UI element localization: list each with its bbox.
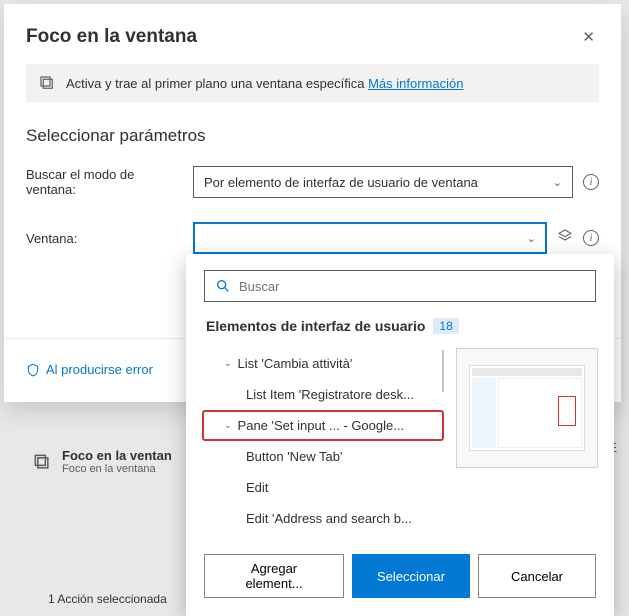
- preview-thumbnail: [456, 348, 598, 468]
- tree-item-list[interactable]: ⌄ List 'Cambia attività': [202, 348, 444, 379]
- section-title: Seleccionar parámetros: [4, 122, 621, 166]
- copy-icon: [32, 452, 52, 472]
- shield-icon: [26, 363, 40, 377]
- tree-label: Edit 'Address and search b...: [246, 511, 412, 526]
- search-input[interactable]: [239, 279, 585, 294]
- scrollbar[interactable]: [442, 350, 444, 392]
- tree-item-button[interactable]: Button 'New Tab': [202, 441, 444, 472]
- bg-step-sub: Foco en la ventana: [62, 463, 172, 475]
- add-element-button[interactable]: Agregar element...: [204, 554, 344, 598]
- find-mode-value: Por elemento de interfaz de usuario de v…: [204, 175, 478, 190]
- bg-step-row: Foco en la ventan Foco en la ventana: [32, 448, 172, 475]
- tree-item-edit[interactable]: Edit: [202, 472, 444, 503]
- tree-item-listitem[interactable]: List Item 'Registratore desk...: [202, 379, 444, 410]
- count-badge: 18: [433, 318, 458, 334]
- tree-item-edit-address[interactable]: Edit 'Address and search b...: [202, 503, 444, 534]
- window-label: Ventana:: [26, 231, 181, 246]
- tree-label: Edit: [246, 480, 268, 495]
- window-select[interactable]: ⌄: [193, 222, 547, 254]
- layers-icon[interactable]: [557, 228, 573, 248]
- find-mode-label: Buscar el modo de ventana:: [26, 167, 181, 197]
- chevron-down-icon: ⌄: [224, 358, 232, 369]
- tree-label: Button 'New Tab': [246, 449, 343, 464]
- dropdown-cancel-button[interactable]: Cancelar: [478, 554, 596, 598]
- ui-element-tree: ⌄ List 'Cambia attività' List Item 'Regi…: [202, 348, 444, 534]
- ui-element-dropdown: Elementos de interfaz de usuario 18 ⌄ Li…: [186, 254, 614, 616]
- select-button[interactable]: Seleccionar: [352, 554, 470, 598]
- info-banner: Activa y trae al primer plano una ventan…: [26, 64, 599, 102]
- search-box[interactable]: [204, 270, 596, 302]
- find-mode-select[interactable]: Por elemento de interfaz de usuario de v…: [193, 166, 573, 198]
- on-error-label: Al producirse error: [46, 362, 153, 377]
- chevron-down-icon: ⌄: [224, 420, 232, 431]
- tree-item-pane-selected[interactable]: ⌄ Pane 'Set input ... - Google...: [202, 410, 444, 441]
- close-button[interactable]: ✕: [578, 24, 599, 50]
- info-icon[interactable]: i: [583, 230, 599, 246]
- more-info-link[interactable]: Más información: [368, 76, 463, 91]
- on-error-link[interactable]: Al producirse error: [26, 362, 153, 377]
- dialog-title: Foco en la ventana: [26, 26, 197, 48]
- tree-label: List Item 'Registratore desk...: [246, 387, 414, 402]
- bg-step-title: Foco en la ventan: [62, 448, 172, 463]
- info-text: Activa y trae al primer plano una ventan…: [66, 76, 368, 91]
- chevron-down-icon: ⌄: [553, 176, 562, 189]
- chevron-down-icon: ⌄: [527, 232, 536, 245]
- tree-label: Pane 'Set input ... - Google...: [238, 418, 405, 433]
- search-icon: [215, 278, 231, 294]
- window-icon: [38, 74, 56, 92]
- tree-label: List 'Cambia attività': [238, 356, 353, 371]
- dropdown-heading: Elementos de interfaz de usuario: [206, 318, 425, 334]
- status-bar-text: 1 Acción seleccionada: [48, 592, 167, 606]
- info-icon[interactable]: i: [583, 174, 599, 190]
